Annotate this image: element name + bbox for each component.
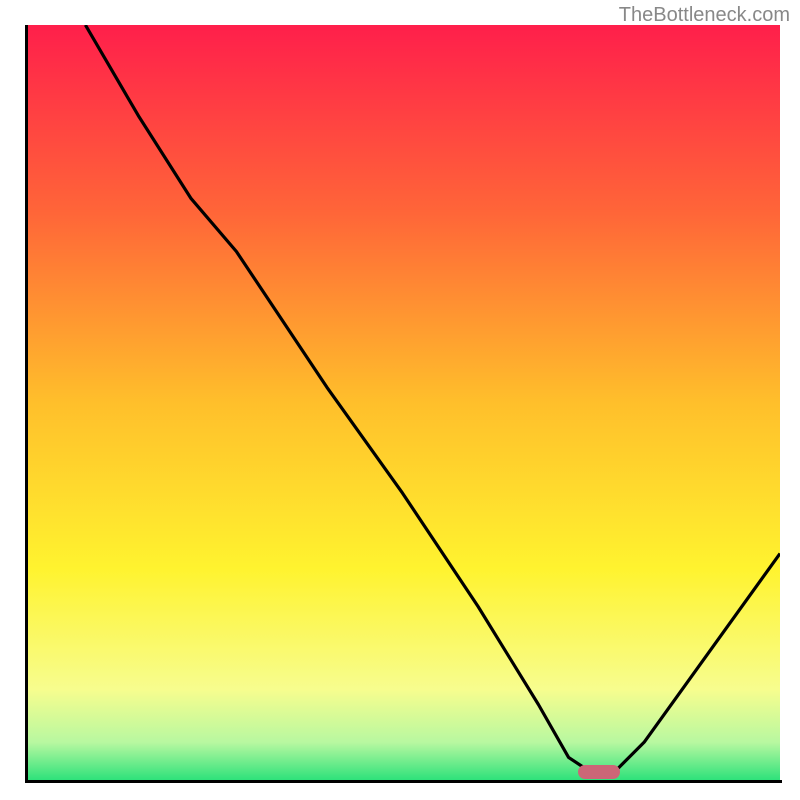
bottleneck-curve (25, 25, 780, 780)
plot-area (25, 25, 780, 780)
optimal-point-marker (578, 765, 620, 779)
x-axis (25, 780, 782, 783)
y-axis (25, 25, 28, 782)
watermark-text: TheBottleneck.com (619, 4, 790, 27)
